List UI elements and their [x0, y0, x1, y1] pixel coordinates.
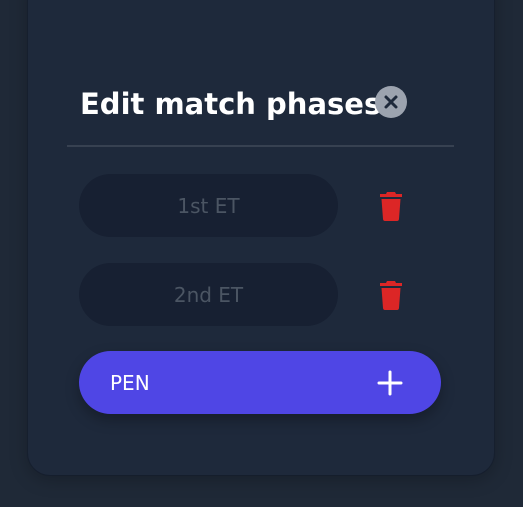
close-icon	[384, 95, 398, 109]
close-button[interactable]	[375, 86, 407, 118]
trash-icon	[380, 191, 402, 221]
phase-name-input[interactable]	[79, 263, 338, 326]
dialog-title: Edit match phases	[80, 87, 382, 121]
new-phase-row	[79, 351, 441, 414]
plus-icon	[377, 370, 403, 396]
delete-phase-button[interactable]	[378, 191, 404, 221]
new-phase-input[interactable]	[110, 351, 350, 414]
trash-icon	[380, 280, 402, 310]
delete-phase-button[interactable]	[378, 280, 404, 310]
title-divider	[67, 145, 454, 147]
phase-name-input[interactable]	[79, 174, 338, 237]
add-phase-button[interactable]	[373, 366, 407, 400]
